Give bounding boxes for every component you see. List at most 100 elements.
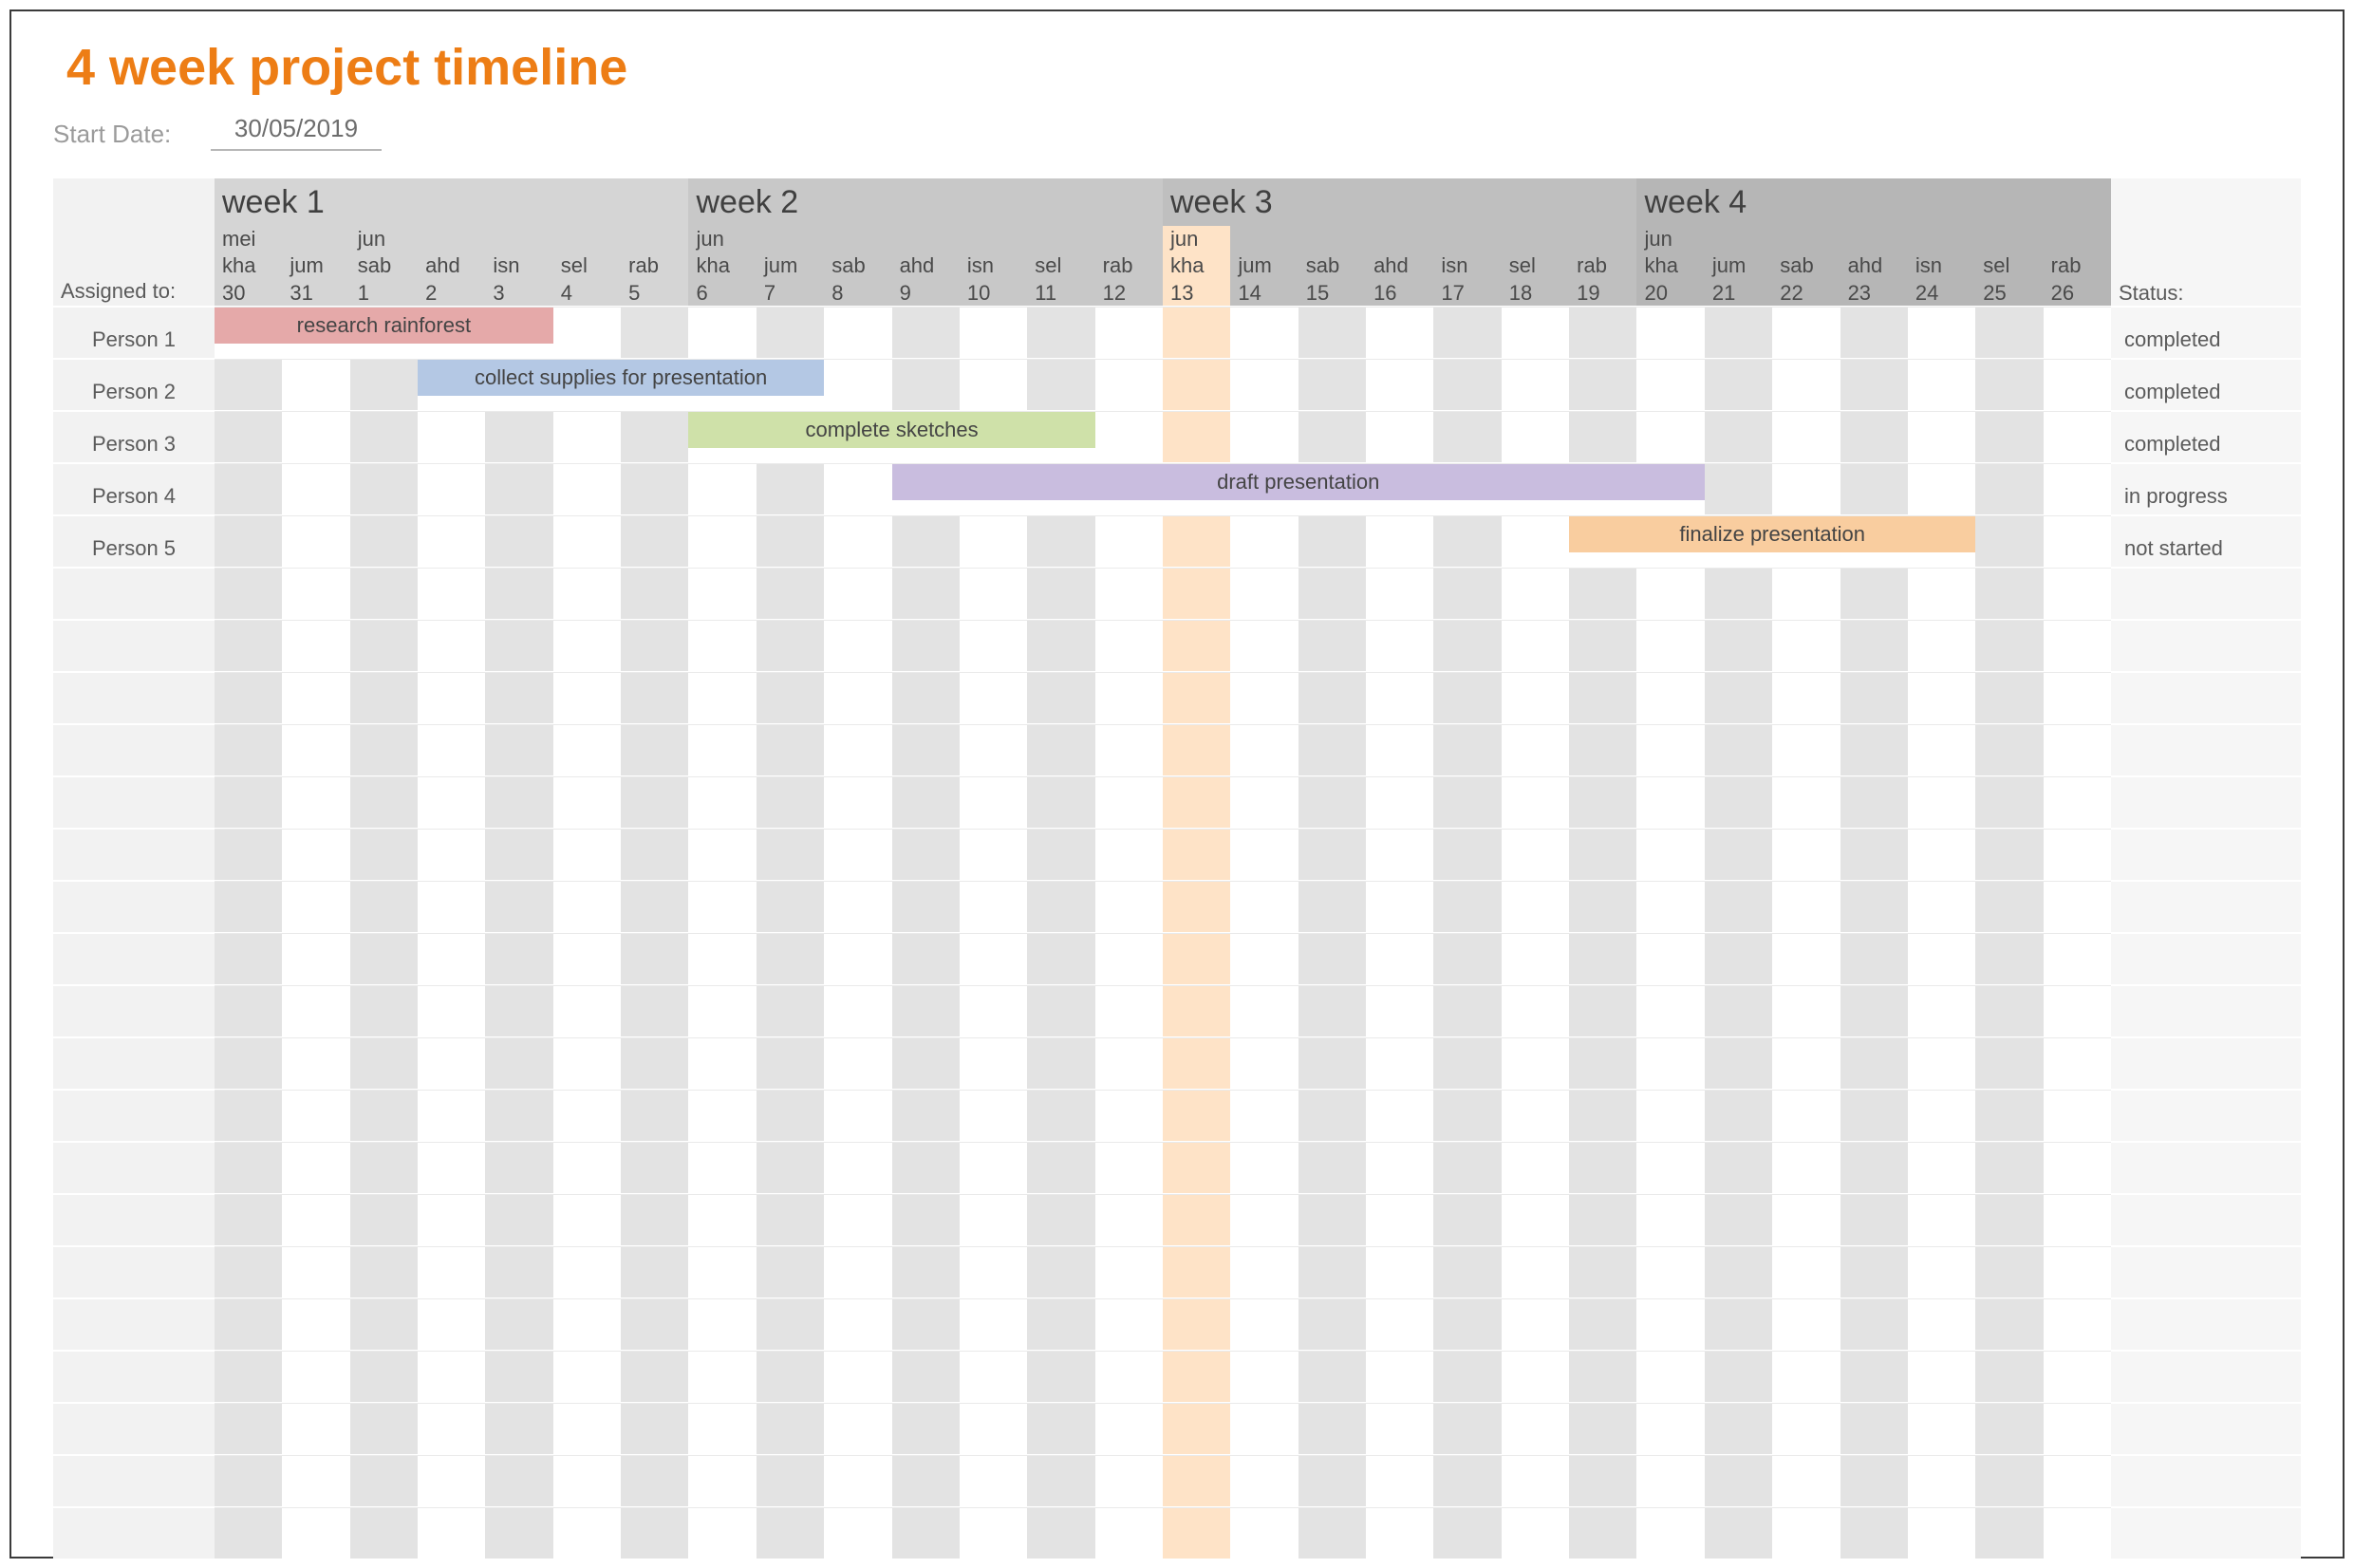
day-cell bbox=[960, 515, 1027, 567]
day-cell bbox=[621, 881, 688, 932]
day-cell bbox=[1569, 359, 1636, 410]
header-right-spacer bbox=[2111, 178, 2301, 226]
task-bar: draft presentation bbox=[892, 464, 1705, 500]
day-cell bbox=[1705, 1194, 1772, 1245]
day-cell bbox=[1502, 620, 1569, 671]
day-cell bbox=[824, 985, 891, 1036]
day-cell bbox=[282, 933, 349, 984]
day-cell bbox=[1569, 1037, 1636, 1089]
day-cell bbox=[1298, 933, 1366, 984]
day-cell bbox=[215, 463, 282, 514]
day-cell bbox=[1908, 724, 1975, 775]
day-cell bbox=[1163, 985, 1230, 1036]
day-cell bbox=[688, 672, 756, 723]
day-cell bbox=[1230, 620, 1298, 671]
day-cell bbox=[2044, 1246, 2111, 1297]
day-cell bbox=[2044, 672, 2111, 723]
day-cell bbox=[1163, 620, 1230, 671]
day-cell bbox=[215, 568, 282, 619]
day-cell bbox=[824, 829, 891, 880]
day-cell bbox=[418, 1246, 485, 1297]
day-cell bbox=[215, 1403, 282, 1454]
day-cell bbox=[350, 1037, 418, 1089]
table-row bbox=[53, 932, 2301, 984]
day-cell bbox=[418, 933, 485, 984]
day-cell bbox=[418, 1298, 485, 1350]
status-cell bbox=[2111, 1194, 2301, 1245]
day-cell bbox=[215, 1246, 282, 1297]
day-cell bbox=[1163, 568, 1230, 619]
day-cell bbox=[553, 1194, 621, 1245]
status-cell bbox=[2111, 829, 2301, 880]
dow-cell: rab bbox=[2044, 252, 2111, 279]
table-row: Person 1research rainforestcompleted bbox=[53, 306, 2301, 358]
day-cell bbox=[418, 1507, 485, 1559]
day-cell bbox=[1366, 411, 1433, 462]
dow-cell: sab bbox=[350, 252, 418, 279]
day-cell bbox=[1840, 724, 1908, 775]
day-cell bbox=[1366, 1246, 1433, 1297]
day-cell bbox=[1975, 1507, 2043, 1559]
day-cell bbox=[1772, 411, 1840, 462]
day-cell bbox=[215, 1194, 282, 1245]
day-cell bbox=[1027, 829, 1094, 880]
dow-cell: isn bbox=[1433, 252, 1501, 279]
mon-cell bbox=[1298, 226, 1366, 252]
day-cell bbox=[1502, 933, 1569, 984]
dow-cell: ahd bbox=[418, 252, 485, 279]
day-cell bbox=[485, 724, 552, 775]
day-cell bbox=[688, 1298, 756, 1350]
day-cell bbox=[824, 307, 891, 358]
day-cell bbox=[1298, 307, 1366, 358]
task-bar-cell: research rainforest bbox=[215, 307, 553, 358]
day-cell bbox=[1230, 1194, 1298, 1245]
day-cell bbox=[1298, 881, 1366, 932]
day-cell bbox=[1840, 359, 1908, 410]
day-cell bbox=[1975, 985, 2043, 1036]
day-cell bbox=[1366, 985, 1433, 1036]
day-cell bbox=[688, 933, 756, 984]
day-cell bbox=[960, 1037, 1027, 1089]
day-cell bbox=[1772, 1037, 1840, 1089]
day-cell bbox=[621, 307, 688, 358]
day-cell bbox=[1027, 307, 1094, 358]
day-cell bbox=[1975, 620, 2043, 671]
day-cell bbox=[1366, 829, 1433, 880]
day-cell bbox=[1433, 1037, 1501, 1089]
mon-cell bbox=[1975, 226, 2043, 252]
day-cell bbox=[1502, 1298, 1569, 1350]
week-header-row: week 1week 2week 3week 4 bbox=[53, 178, 2301, 226]
day-cell bbox=[1772, 620, 1840, 671]
day-cell bbox=[1095, 1351, 1163, 1402]
start-date-input[interactable]: 30/05/2019 bbox=[211, 114, 382, 151]
day-cell bbox=[757, 1194, 824, 1245]
day-cell bbox=[1908, 829, 1975, 880]
day-cell bbox=[1298, 1142, 1366, 1193]
day-cell bbox=[1840, 463, 1908, 514]
day-cell bbox=[2044, 1142, 2111, 1193]
day-cell bbox=[1502, 776, 1569, 828]
day-cell bbox=[350, 672, 418, 723]
num-cell: 22 bbox=[1772, 279, 1840, 308]
day-cell bbox=[1772, 307, 1840, 358]
person-label bbox=[53, 1403, 215, 1454]
day-cell bbox=[824, 1403, 891, 1454]
person-label bbox=[53, 620, 215, 671]
day-cell bbox=[1975, 1090, 2043, 1141]
day-cell bbox=[892, 1351, 960, 1402]
day-cell bbox=[688, 515, 756, 567]
day-cell bbox=[824, 1090, 891, 1141]
day-cell bbox=[1027, 1455, 1094, 1506]
day-cell bbox=[1230, 411, 1298, 462]
day-cell bbox=[688, 1507, 756, 1559]
day-cell bbox=[892, 933, 960, 984]
day-cell bbox=[757, 776, 824, 828]
day-cell bbox=[1163, 881, 1230, 932]
dow-header-row: khajumsabahdisnselrabkhajumsabahdisnselr… bbox=[53, 252, 2301, 279]
day-cell bbox=[1027, 359, 1094, 410]
day-cell bbox=[1095, 307, 1163, 358]
day-cell bbox=[350, 463, 418, 514]
day-cell bbox=[1433, 1507, 1501, 1559]
day-cell bbox=[485, 515, 552, 567]
day-cell bbox=[282, 620, 349, 671]
